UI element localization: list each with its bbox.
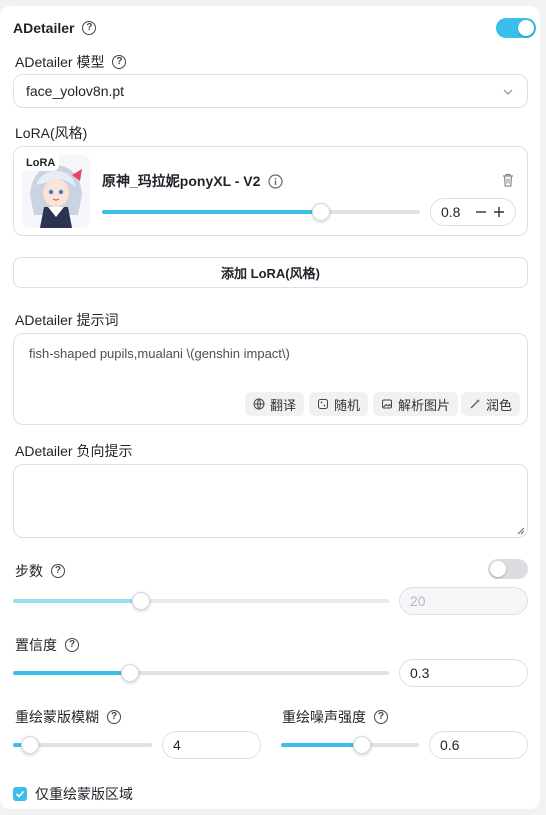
image-icon — [382, 399, 392, 409]
random-button[interactable]: 随机 — [309, 392, 369, 416]
help-icon[interactable]: ? — [51, 564, 65, 578]
confidence-input[interactable]: 0.3 — [399, 659, 528, 687]
help-icon[interactable]: ? — [65, 638, 79, 652]
mask-blur-label: 重绘蒙版模糊 — [15, 709, 99, 725]
negative-prompt-textarea[interactable] — [13, 464, 528, 538]
inpaint-only-checkbox-row[interactable]: 仅重绘蒙版区域 — [13, 784, 133, 804]
denoise-label-row: 重绘噪声强度 ? — [282, 707, 388, 727]
denoise-value: 0.6 — [440, 737, 460, 753]
dice-icon — [318, 399, 328, 409]
translate-button-label: 翻译 — [270, 397, 297, 413]
slider-thumb[interactable] — [131, 592, 150, 610]
confidence-value: 0.3 — [410, 665, 430, 681]
steps-label-row: 步数 ? — [15, 561, 65, 581]
confidence-label-row: 置信度 ? — [15, 635, 79, 655]
lora-card: LoRA 原神_玛拉妮ponyXL - V2 0.8 — [13, 146, 528, 236]
help-icon[interactable]: ? — [107, 710, 121, 724]
steps-input[interactable]: 20 — [399, 587, 528, 615]
resize-handle-icon[interactable] — [517, 527, 525, 535]
mask-blur-slider[interactable] — [13, 736, 152, 754]
denoise-slider[interactable] — [281, 736, 419, 754]
mask-blur-value: 4 — [173, 737, 181, 753]
prompt-label-text: ADetailer 提示词 — [15, 312, 119, 328]
trash-icon[interactable] — [500, 172, 516, 188]
steps-toggle[interactable] — [488, 559, 528, 579]
steps-label: 步数 — [15, 563, 43, 579]
model-label-row: ADetailer 模型 ? — [15, 52, 127, 72]
check-icon — [15, 790, 25, 798]
adetailer-title: ADetailer — [13, 20, 75, 36]
lora-weight-value: 0.8 — [441, 204, 461, 220]
slider-thumb[interactable] — [353, 736, 372, 754]
checkbox[interactable] — [13, 787, 27, 801]
parse-image-button[interactable]: 解析图片 — [373, 392, 459, 416]
lora-section-label: LoRA(风格) — [15, 125, 88, 141]
adetailer-panel: ADetailer ? ADetailer 模型 ? face_yolov8n.… — [0, 6, 540, 809]
mask-blur-input[interactable]: 4 — [162, 731, 261, 759]
adetailer-enable-toggle[interactable] — [496, 18, 536, 38]
slider-thumb[interactable] — [120, 664, 139, 682]
info-icon[interactable] — [268, 173, 284, 189]
confidence-label: 置信度 — [15, 637, 57, 653]
random-button-label: 随机 — [334, 397, 361, 413]
negative-prompt-label-text: ADetailer 负向提示 — [15, 443, 133, 459]
adetailer-header: ADetailer ? — [13, 20, 97, 36]
lora-card-title-row: 原神_玛拉妮ponyXL - V2 — [102, 171, 284, 191]
denoise-input[interactable]: 0.6 — [429, 731, 528, 759]
steps-slider[interactable] — [13, 592, 389, 610]
lora-label: LoRA(风格) — [15, 123, 87, 143]
add-lora-button-label: 添加 LoRA(风格) — [221, 266, 320, 281]
chevron-down-icon — [503, 89, 513, 95]
lora-thumbnail[interactable]: LoRA — [22, 155, 90, 228]
model-select-value: face_yolov8n.pt — [26, 83, 125, 99]
add-lora-button[interactable]: 添加 LoRA(风格) — [13, 257, 528, 288]
help-icon[interactable]: ? — [112, 55, 127, 69]
lora-weight-slider[interactable] — [102, 203, 420, 221]
denoise-label: 重绘噪声强度 — [282, 709, 366, 725]
lora-badge: LoRA — [22, 155, 60, 171]
prompt-label: ADetailer 提示词 — [15, 310, 118, 330]
model-label: ADetailer 模型 — [15, 54, 105, 70]
mask-blur-label-row: 重绘蒙版模糊 ? — [15, 707, 121, 727]
polish-button[interactable]: 润色 — [461, 392, 521, 416]
model-select[interactable]: face_yolov8n.pt — [13, 74, 528, 108]
negative-prompt-label: ADetailer 负向提示 — [15, 441, 132, 461]
help-icon[interactable]: ? — [82, 21, 97, 35]
plus-icon[interactable] — [493, 206, 505, 218]
lora-card-title: 原神_玛拉妮ponyXL - V2 — [102, 173, 261, 189]
confidence-slider[interactable] — [13, 664, 389, 682]
lora-weight-stepper[interactable]: 0.8 — [430, 198, 516, 226]
steps-value: 20 — [410, 593, 426, 609]
slider-thumb[interactable] — [312, 203, 331, 221]
help-icon[interactable]: ? — [374, 710, 388, 724]
slider-thumb[interactable] — [20, 736, 39, 754]
prompt-text: fish-shaped pupils,mualani \(genshin imp… — [29, 346, 290, 361]
polish-button-label: 润色 — [486, 397, 513, 413]
inpaint-only-label: 仅重绘蒙版区域 — [35, 786, 133, 802]
parse-image-button-label: 解析图片 — [398, 397, 451, 413]
globe-icon — [253, 398, 265, 410]
translate-button[interactable]: 翻译 — [245, 392, 305, 416]
magic-wand-icon — [470, 399, 480, 409]
minus-icon[interactable] — [475, 206, 487, 218]
